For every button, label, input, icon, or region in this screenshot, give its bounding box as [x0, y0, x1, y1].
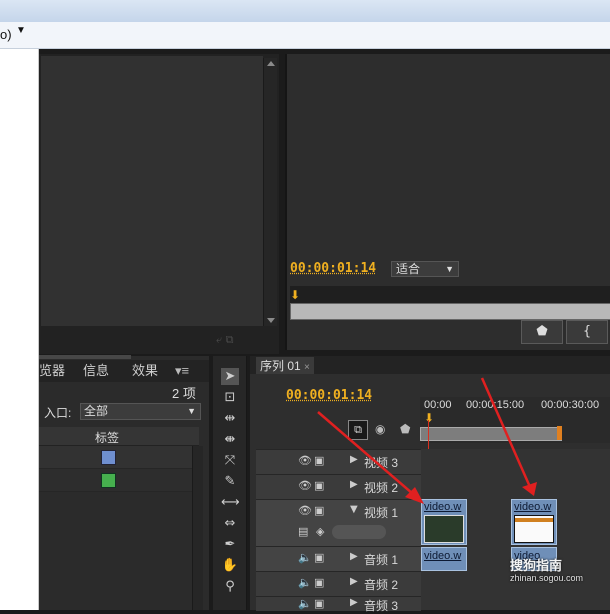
annotation-arrow	[480, 377, 532, 488]
annotation-arrow	[317, 411, 421, 501]
watermark-url: zhinan.sogou.com	[510, 573, 584, 583]
annotation-arrows	[317, 377, 537, 504]
watermark-brand: 搜狗指南	[510, 558, 563, 573]
